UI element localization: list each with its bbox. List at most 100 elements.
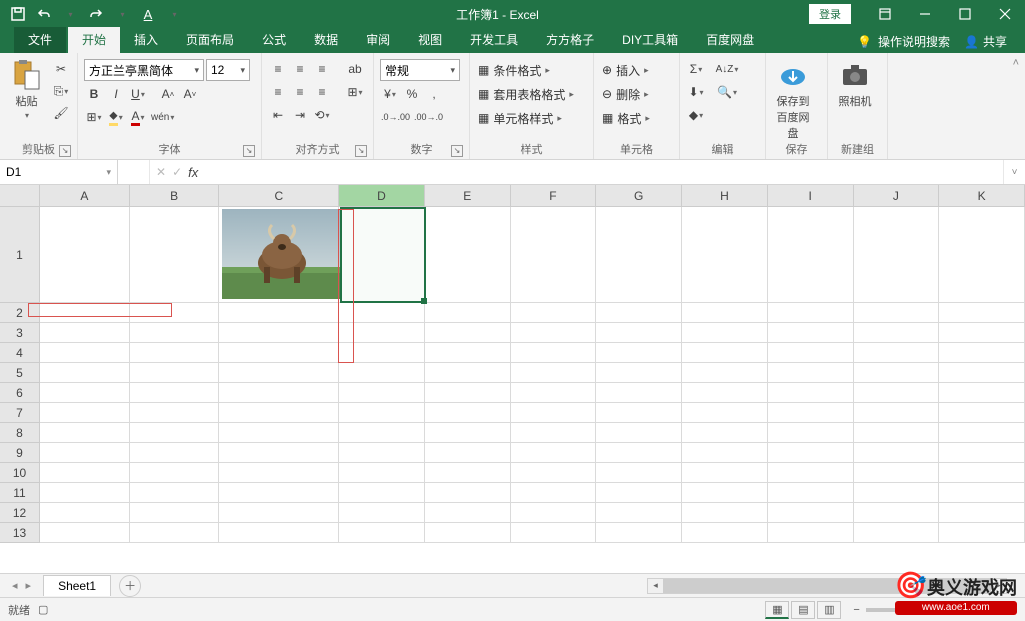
- column-header[interactable]: E: [425, 185, 511, 206]
- cell[interactable]: [768, 443, 854, 462]
- macro-record-icon[interactable]: ▢: [38, 603, 48, 616]
- zoom-level[interactable]: 100%: [989, 604, 1017, 616]
- cell[interactable]: [425, 403, 511, 422]
- align-center-button[interactable]: ≡: [290, 82, 310, 102]
- cell[interactable]: [130, 343, 220, 362]
- tab-diy[interactable]: DIY工具箱: [608, 27, 692, 53]
- comma-button[interactable]: ,: [424, 84, 444, 104]
- cell[interactable]: [939, 207, 1025, 302]
- select-all-corner[interactable]: [0, 185, 40, 207]
- cell[interactable]: [682, 207, 768, 302]
- cell[interactable]: [682, 403, 768, 422]
- column-header[interactable]: J: [854, 185, 940, 206]
- cell[interactable]: [939, 363, 1025, 382]
- save-icon[interactable]: [6, 2, 30, 26]
- cell[interactable]: [596, 443, 682, 462]
- column-header[interactable]: F: [511, 185, 597, 206]
- cell[interactable]: [854, 343, 940, 362]
- row-header[interactable]: 8: [0, 423, 39, 443]
- cell[interactable]: [339, 363, 425, 382]
- cell[interactable]: [425, 323, 511, 342]
- cell[interactable]: [511, 483, 597, 502]
- orientation-button[interactable]: ⟲▾: [312, 105, 332, 125]
- cell[interactable]: [768, 207, 854, 302]
- cell[interactable]: [939, 503, 1025, 522]
- row-header[interactable]: 10: [0, 463, 39, 483]
- cells-area[interactable]: [40, 207, 1025, 573]
- cell[interactable]: [768, 323, 854, 342]
- cell[interactable]: [682, 383, 768, 402]
- currency-button[interactable]: ¥▾: [380, 84, 400, 104]
- shrink-font-button[interactable]: A˅: [180, 84, 200, 104]
- cell[interactable]: [40, 483, 130, 502]
- cell[interactable]: [40, 523, 130, 542]
- page-layout-view-button[interactable]: ▤: [791, 601, 815, 619]
- dialog-launcher-icon[interactable]: ↘: [451, 145, 463, 157]
- cell[interactable]: [40, 207, 130, 302]
- cell[interactable]: [425, 363, 511, 382]
- cell[interactable]: [939, 303, 1025, 322]
- share-button[interactable]: 👤 共享: [964, 33, 1007, 50]
- row-header[interactable]: 3: [0, 323, 39, 343]
- cell[interactable]: [939, 443, 1025, 462]
- embedded-picture[interactable]: [222, 209, 342, 299]
- cell[interactable]: [130, 523, 220, 542]
- increase-decimal-button[interactable]: .0→.00: [380, 107, 411, 127]
- column-header[interactable]: B: [130, 185, 220, 206]
- tab-layout[interactable]: 页面布局: [172, 27, 248, 53]
- cell[interactable]: [511, 323, 597, 342]
- paste-button[interactable]: 粘贴 ▾: [6, 59, 47, 120]
- cell[interactable]: [682, 503, 768, 522]
- cell[interactable]: [40, 503, 130, 522]
- row-header[interactable]: 1: [0, 207, 39, 303]
- normal-view-button[interactable]: ▦: [765, 601, 789, 619]
- cell[interactable]: [596, 523, 682, 542]
- cell[interactable]: [596, 207, 682, 302]
- cell[interactable]: [682, 523, 768, 542]
- column-header[interactable]: H: [682, 185, 768, 206]
- cell[interactable]: [130, 423, 220, 442]
- delete-cells-button[interactable]: ⊖删除▸: [600, 83, 651, 105]
- dialog-launcher-icon[interactable]: ↘: [59, 145, 71, 157]
- spreadsheet-grid[interactable]: ABCDEFGHIJK 12345678910111213: [0, 185, 1025, 573]
- redo-dropdown-icon[interactable]: ▾: [110, 2, 134, 26]
- align-right-button[interactable]: ≡: [312, 82, 332, 102]
- font-color-button[interactable]: A▾: [128, 107, 148, 127]
- undo-dropdown-icon[interactable]: ▾: [58, 2, 82, 26]
- cell[interactable]: [219, 363, 339, 382]
- row-header[interactable]: 5: [0, 363, 39, 383]
- cell[interactable]: [511, 383, 597, 402]
- underline-button[interactable]: U▾: [128, 84, 148, 104]
- cell[interactable]: [130, 463, 220, 482]
- cell[interactable]: [40, 423, 130, 442]
- cell[interactable]: [596, 323, 682, 342]
- cell[interactable]: [40, 383, 130, 402]
- cell[interactable]: [768, 483, 854, 502]
- cell[interactable]: [219, 303, 339, 322]
- cell[interactable]: [511, 303, 597, 322]
- cell[interactable]: [768, 503, 854, 522]
- cell[interactable]: [219, 463, 339, 482]
- cell[interactable]: [511, 463, 597, 482]
- italic-button[interactable]: I: [106, 84, 126, 104]
- cell[interactable]: [854, 523, 940, 542]
- cell[interactable]: [768, 463, 854, 482]
- cell[interactable]: [425, 383, 511, 402]
- column-header[interactable]: D: [339, 185, 425, 206]
- cell[interactable]: [768, 423, 854, 442]
- tab-home[interactable]: 开始: [68, 27, 120, 53]
- cell[interactable]: [130, 323, 220, 342]
- add-sheet-button[interactable]: ＋: [119, 575, 141, 597]
- borders-button[interactable]: ⊞▾: [84, 107, 104, 127]
- ribbon-options-icon[interactable]: [865, 0, 905, 28]
- cell[interactable]: [682, 303, 768, 322]
- cell[interactable]: [130, 363, 220, 382]
- cell[interactable]: [682, 423, 768, 442]
- tab-baidu[interactable]: 百度网盘: [692, 27, 768, 53]
- tab-data[interactable]: 数据: [300, 27, 352, 53]
- cell[interactable]: [854, 403, 940, 422]
- signin-button[interactable]: 登录: [809, 4, 851, 24]
- clear-button[interactable]: ◆▾: [686, 105, 706, 125]
- row-header[interactable]: 13: [0, 523, 39, 543]
- cell[interactable]: [768, 343, 854, 362]
